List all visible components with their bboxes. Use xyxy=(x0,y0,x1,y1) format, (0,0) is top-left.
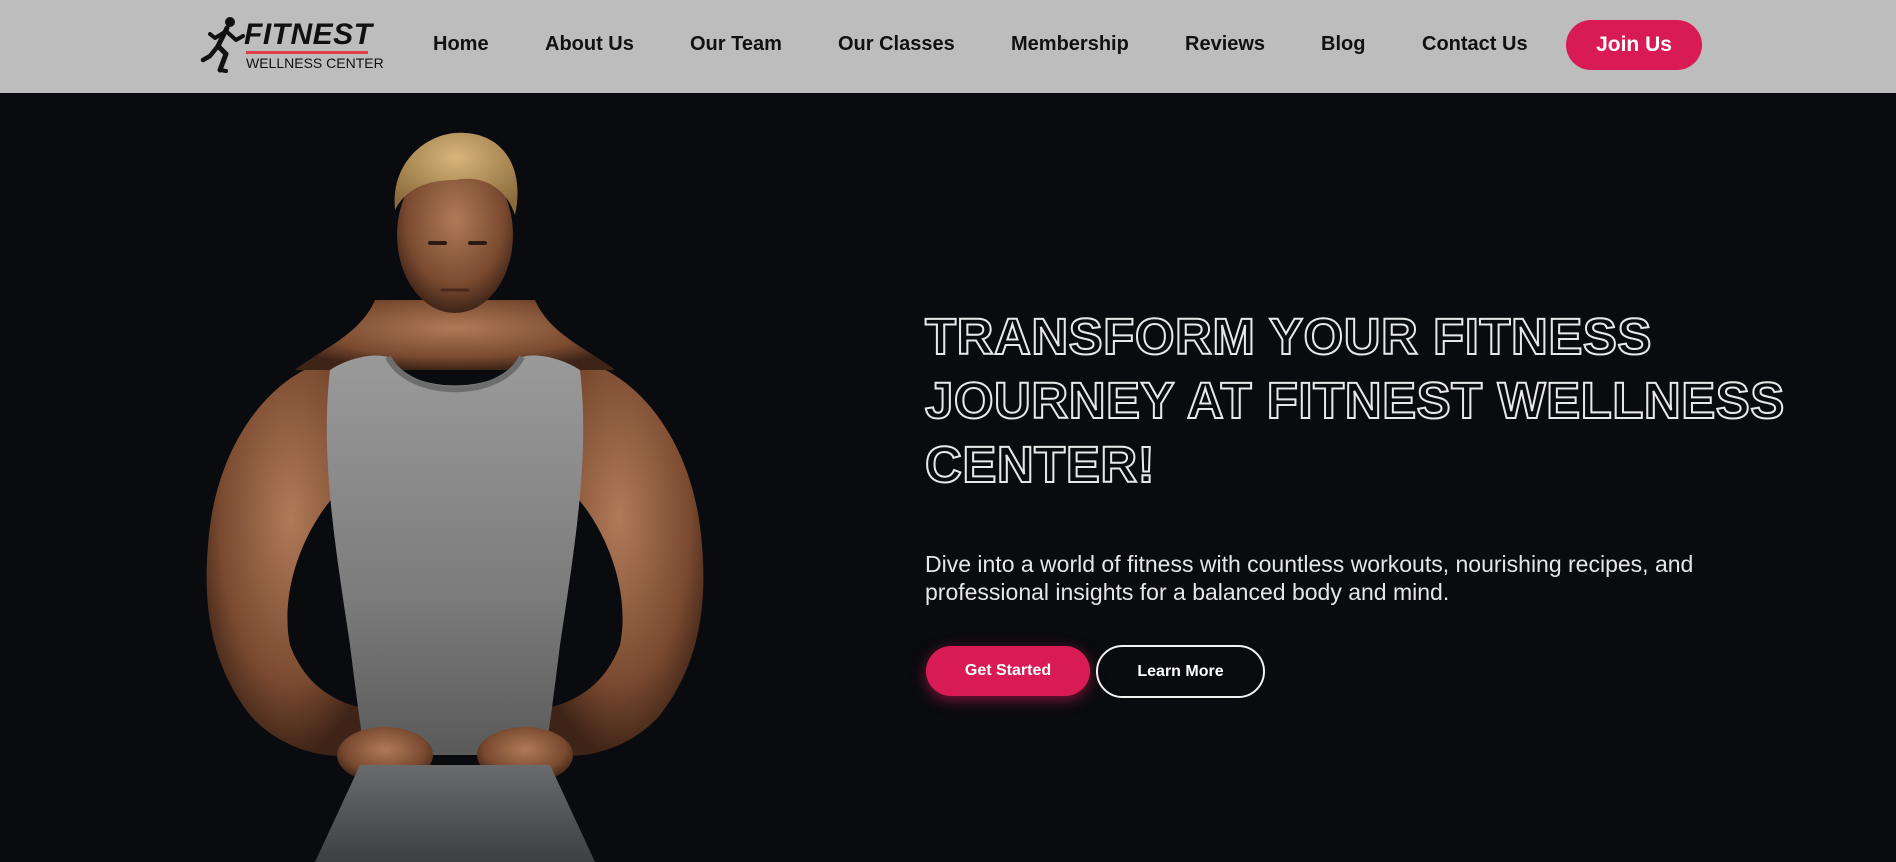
hero-description: Dive into a world of fitness with countl… xyxy=(925,551,1694,605)
join-us-button[interactable]: Join Us xyxy=(1566,20,1702,70)
runner-icon xyxy=(200,17,245,73)
logo-brand: FITNEST xyxy=(244,18,373,51)
nav-link-blog[interactable]: Blog xyxy=(1321,32,1365,56)
logo-subtitle: WELLNESS CENTER xyxy=(246,55,384,71)
learn-more-button[interactable]: Learn More xyxy=(1096,645,1265,698)
logo[interactable]: FITNEST WELLNESS CENTER xyxy=(200,16,384,74)
get-started-button[interactable]: Get Started xyxy=(926,646,1090,696)
nav-link-our-classes[interactable]: Our Classes xyxy=(838,32,955,56)
navbar: FITNEST WELLNESS CENTER Home About Us Ou… xyxy=(0,0,1896,93)
nav-link-home[interactable]: Home xyxy=(433,32,489,56)
hero-headline: TRANSFORM YOUR FITNESS JOURNEY AT FITNES… xyxy=(924,307,1785,494)
nav-link-about-us[interactable]: About Us xyxy=(545,32,634,56)
nav-link-membership[interactable]: Membership xyxy=(1011,32,1129,56)
muscular-man-portrait xyxy=(206,132,704,862)
logo-divider xyxy=(246,51,368,54)
nav-link-our-team[interactable]: Our Team xyxy=(690,32,782,56)
nav-link-reviews[interactable]: Reviews xyxy=(1185,32,1265,56)
nav-link-contact-us[interactable]: Contact Us xyxy=(1422,32,1528,56)
hero-section: TRANSFORM YOUR FITNESS JOURNEY AT FITNES… xyxy=(0,93,1896,862)
